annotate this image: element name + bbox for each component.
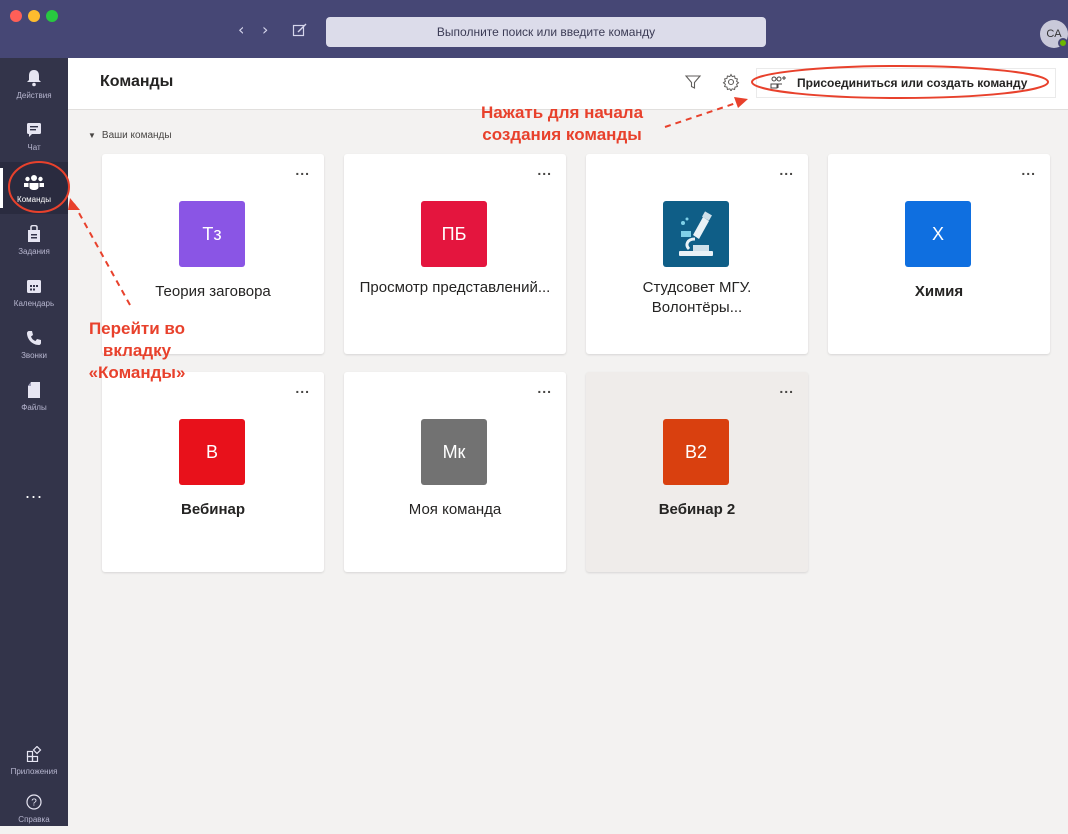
svg-text:?: ? [31, 798, 37, 809]
team-card[interactable]: ... В2 Вебинар 2 [586, 372, 808, 572]
team-name: Химия [914, 283, 964, 300]
rail-item-label: Справка [18, 815, 50, 824]
back-arrow-icon[interactable]: ‹ [238, 22, 244, 38]
microscope-icon [679, 211, 713, 256]
team-avatar: В [179, 419, 245, 485]
rail-item-label: Файлы [21, 403, 47, 412]
help-icon: ? [24, 792, 44, 812]
tab-hint-line: «Команды» [88, 363, 186, 382]
more-options-icon[interactable]: ... [779, 162, 794, 178]
tab-hint-line: Перейти во [88, 319, 186, 338]
rail-item-assignments[interactable]: Задания [0, 214, 68, 266]
bell-icon [24, 68, 44, 88]
calendar-icon [24, 276, 44, 296]
team-card[interactable]: ... Мк Моя команда [344, 372, 566, 572]
maximize-window-button[interactable] [46, 10, 58, 22]
team-card[interactable]: ... Студсовет МГУ. Волонтёры... [586, 154, 808, 354]
filter-icon[interactable] [684, 73, 702, 91]
page-title: Команды [100, 73, 174, 90]
rail-item-apps[interactable]: Приложения [0, 734, 68, 786]
join-or-create-team-button[interactable]: Присоединиться или создать команду [756, 68, 1056, 98]
more-apps-icon[interactable]: ... [0, 482, 68, 503]
teams-tab-hint: Перейти во вкладку «Команды» [72, 318, 202, 384]
teams-icon [24, 172, 44, 192]
rail-item-chat[interactable]: Чат [0, 110, 68, 162]
team-name: Просмотр представлений... [359, 279, 551, 296]
presence-status-icon [1058, 38, 1068, 48]
rail-item-label: Задания [18, 247, 50, 256]
more-options-icon[interactable]: ... [779, 380, 794, 396]
rail-item-teams[interactable]: Команды [0, 162, 68, 214]
tab-hint-line: вкладку [102, 341, 172, 360]
search-placeholder: Выполните поиск или введите команду [436, 25, 656, 39]
team-avatar [663, 201, 729, 267]
files-icon [24, 380, 44, 400]
section-label: Ваши команды [101, 130, 172, 141]
chat-icon [24, 120, 44, 140]
team-card[interactable]: ... Х Химия [828, 154, 1050, 354]
main-content: Команды Присоединиться или создать коман… [68, 58, 1068, 826]
rail-item-files[interactable]: Файлы [0, 370, 68, 422]
more-options-icon[interactable]: ... [1021, 162, 1036, 178]
rail-item-calendar[interactable]: Календарь [0, 266, 68, 318]
team-name: Вебинар [180, 501, 246, 518]
gear-icon[interactable] [722, 73, 740, 91]
your-teams-section-toggle[interactable]: ▼ Ваши команды [88, 130, 172, 141]
more-options-icon[interactable]: ... [295, 162, 310, 178]
more-options-icon[interactable]: ... [537, 380, 552, 396]
create-team-hint: Нажать для начала создания команды [462, 102, 662, 146]
rail-item-activity[interactable]: Действия [0, 58, 68, 110]
search-input[interactable]: Выполните поиск или введите команду [326, 17, 766, 47]
more-options-icon[interactable]: ... [295, 380, 310, 396]
team-avatar: Тз [179, 201, 245, 267]
team-card[interactable]: ... В Вебинар [102, 372, 324, 572]
add-team-icon [769, 75, 787, 91]
rail-item-label: Чат [27, 143, 41, 152]
create-hint-line: Нажать для начала [480, 103, 644, 122]
rail-item-help[interactable]: ? Справка [0, 782, 68, 834]
team-card[interactable]: ... ПБ Просмотр представлений... [344, 154, 566, 354]
team-name: Теория заговора [155, 283, 271, 300]
rail-item-label: Действия [16, 91, 52, 100]
compose-icon[interactable] [292, 22, 308, 38]
close-window-button[interactable] [10, 10, 22, 22]
create-hint-line: создания команды [482, 125, 642, 144]
more-options-icon[interactable]: ... [537, 162, 552, 178]
rail-item-label: Звонки [21, 351, 47, 360]
team-name: Студсовет МГУ. Волонтёры... [642, 279, 752, 316]
assignments-icon [24, 224, 44, 244]
team-name: Моя команда [408, 501, 502, 518]
rail-item-calls[interactable]: Звонки [0, 318, 68, 370]
team-avatar: ПБ [421, 201, 487, 267]
team-avatar: В2 [663, 419, 729, 485]
rail-item-label: Команды [17, 195, 51, 204]
team-avatar: Мк [421, 419, 487, 485]
phone-icon [24, 328, 44, 348]
app-rail: Действия Чат Команды Задания Календарь З… [0, 58, 68, 826]
rail-item-label: Приложения [10, 767, 58, 776]
active-indicator [0, 168, 3, 208]
minimize-window-button[interactable] [28, 10, 40, 22]
join-button-label: Присоединиться или создать команду [797, 76, 1028, 90]
apps-icon [24, 744, 44, 764]
rail-item-label: Календарь [13, 299, 55, 308]
title-bar: ‹ › Выполните поиск или введите команду … [0, 0, 1068, 58]
team-avatar: Х [905, 201, 971, 267]
caret-down-icon: ▼ [88, 131, 96, 140]
team-name: Вебинар 2 [658, 501, 736, 518]
forward-arrow-icon[interactable]: › [262, 22, 268, 38]
